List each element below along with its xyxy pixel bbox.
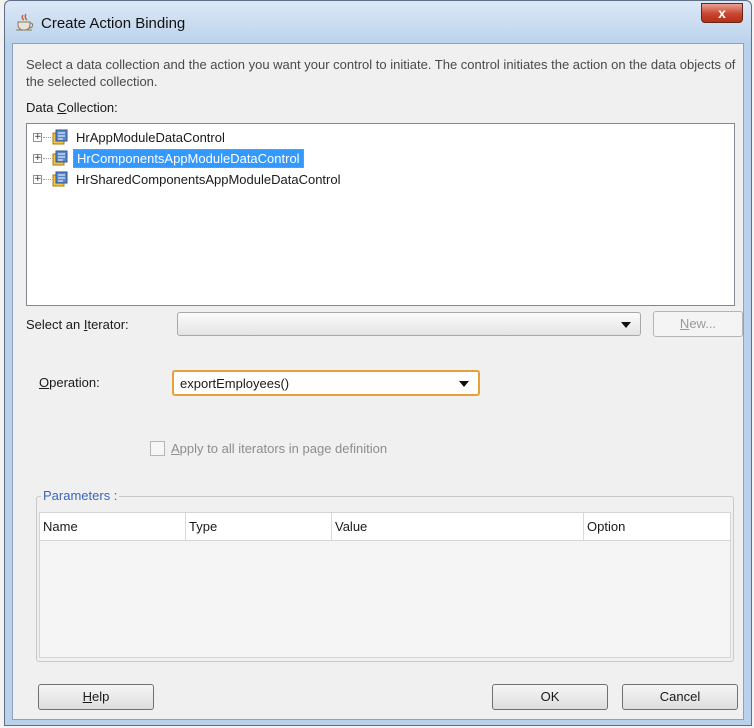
title-bar[interactable]: Create Action Binding x xyxy=(5,1,751,43)
apply-all-checkbox[interactable] xyxy=(150,441,165,456)
operation-label-post: peration: xyxy=(49,375,100,390)
parameters-group: Parameters : Name Type Value Option xyxy=(36,488,734,662)
description-text: Select a data collection and the action … xyxy=(26,57,736,89)
column-header-value[interactable]: Value xyxy=(332,513,584,541)
column-header-type[interactable]: Type xyxy=(186,513,332,541)
help-label: elp xyxy=(92,689,110,704)
expand-icon[interactable]: + xyxy=(33,153,42,163)
cancel-button[interactable]: Cancel xyxy=(622,684,738,710)
data-control-icon xyxy=(52,150,68,166)
iterator-label: Select an Iterator: xyxy=(26,317,129,332)
data-collection-label-pre: Data xyxy=(26,100,58,115)
tree-node-label[interactable]: HrAppModuleDataControl xyxy=(73,129,228,146)
iterator-label-pre: Select an xyxy=(26,317,84,332)
data-collection-label: Data Collection: xyxy=(26,100,118,115)
data-collection-label-post: ollection: xyxy=(66,100,118,115)
tree-node[interactable]: + HrSharedComponentsAppModuleDataControl xyxy=(33,169,343,189)
operation-label-mnemonic: O xyxy=(39,375,50,390)
dialog-window: Create Action Binding x Select a data co… xyxy=(4,0,752,726)
help-mnemonic: H xyxy=(82,689,93,704)
tree-node-label[interactable]: HrSharedComponentsAppModuleDataControl xyxy=(73,171,343,188)
new-iterator-button[interactable]: New... xyxy=(653,311,743,337)
data-control-icon xyxy=(52,129,68,145)
close-icon: x xyxy=(718,5,726,21)
window-title: Create Action Binding xyxy=(41,15,186,32)
close-button[interactable]: x xyxy=(701,3,743,23)
chevron-down-icon xyxy=(621,322,631,328)
tree-node-selected[interactable]: + HrComponentsAppModuleDataControl xyxy=(33,148,304,168)
expand-icon[interactable]: + xyxy=(33,174,42,184)
parameters-table[interactable]: Name Type Value Option xyxy=(39,512,731,658)
chevron-down-icon xyxy=(459,381,469,387)
operation-label: Operation: xyxy=(39,375,100,390)
tree-node-label[interactable]: HrComponentsAppModuleDataControl xyxy=(73,148,304,168)
iterator-label-post: terator: xyxy=(87,317,129,332)
help-button[interactable]: Help xyxy=(38,684,154,710)
dialog-body: Select a data collection and the action … xyxy=(12,43,744,720)
ok-button[interactable]: OK xyxy=(492,684,608,710)
apply-all-label: Apply to all iterators in page definitio… xyxy=(171,441,387,456)
new-button-mnemonic: N xyxy=(679,316,690,331)
iterator-select[interactable] xyxy=(177,312,641,336)
data-collection-tree[interactable]: + HrAppModuleDataControl + HrComponentsA… xyxy=(26,123,735,306)
operation-select[interactable]: exportEmployees() xyxy=(172,370,480,396)
tree-node[interactable]: + HrAppModuleDataControl xyxy=(33,127,228,147)
apply-all-mnemonic: A xyxy=(171,441,180,456)
column-header-option[interactable]: Option xyxy=(584,513,730,541)
java-cup-icon xyxy=(16,13,34,31)
apply-all-label-post: pply to all iterators in page definition xyxy=(179,441,388,456)
data-control-icon xyxy=(52,171,68,187)
expand-icon[interactable]: + xyxy=(33,132,42,142)
parameters-title: Parameters : xyxy=(41,488,120,503)
apply-all-checkbox-row[interactable]: Apply to all iterators in page definitio… xyxy=(150,441,387,456)
new-button-label: ew... xyxy=(689,316,717,331)
table-header: Name Type Value Option xyxy=(40,513,730,541)
column-header-name[interactable]: Name xyxy=(40,513,186,541)
operation-value: exportEmployees() xyxy=(180,376,290,391)
